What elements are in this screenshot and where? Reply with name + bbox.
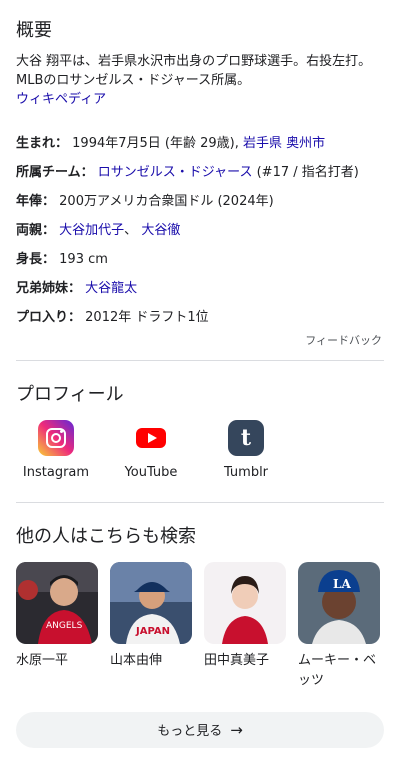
people-also-search-row: ANGELS 水原一平 JAPAN 山本由伸 田中真美子 LA ムーキー・ベッツ [16, 562, 400, 702]
fact-team: 所属チーム： ロサンゼルス・ドジャース (#17 / 指名打者) [16, 161, 386, 190]
facts-list: 生まれ： 1994年7月5日 (年齢 29歳), 岩手県 奥州市 所属チーム： … [16, 132, 386, 335]
fact-parents-key: 両親： [16, 223, 56, 238]
person-card[interactable]: JAPAN 山本由伸 [110, 562, 192, 671]
person-photo: JAPAN [110, 562, 192, 644]
overview-description: 大谷 翔平は、岩手県水沢市出身のプロ野球選手。右投左打。MLBのロサンゼルス・ド… [16, 52, 386, 109]
parent-link-father[interactable]: 大谷徹 [141, 223, 180, 238]
parent-link-mother[interactable]: 大谷加代子 [59, 223, 124, 238]
fact-siblings: 兄弟姉妹： 大谷龍太 [16, 277, 386, 306]
fact-born-key: 生まれ： [16, 136, 69, 151]
profile-youtube[interactable]: YouTube [111, 420, 191, 480]
person-card[interactable]: ANGELS 水原一平 [16, 562, 98, 671]
fact-siblings-key: 兄弟姉妹： [16, 281, 82, 296]
svg-text:JAPAN: JAPAN [135, 626, 170, 637]
fact-salary-value: 200万アメリカ合衆国ドル (2024年) [59, 194, 274, 209]
person-card[interactable]: 田中真美子 [204, 562, 286, 671]
youtube-icon [133, 420, 169, 456]
show-more-label: もっと見る [157, 724, 223, 739]
team-link[interactable]: ロサンゼルス・ドジャース [98, 165, 253, 180]
fact-team-key: 所属チーム： [16, 165, 94, 180]
person-name: 田中真美子 [204, 653, 270, 668]
fact-debut: プロ入り： 2012年 ドラフト1位 [16, 306, 386, 335]
parents-separator: 、 [124, 223, 142, 238]
fact-height-value: 193 cm [59, 252, 108, 267]
fact-debut-key: プロ入り： [16, 310, 82, 325]
feedback-link[interactable]: フィードバック [305, 332, 382, 348]
arrow-right-icon: → [230, 721, 243, 739]
birthplace-link[interactable]: 岩手県 奥州市 [243, 136, 325, 151]
divider [16, 502, 384, 503]
profile-tumblr[interactable]: t Tumblr [206, 420, 286, 480]
description-text: 大谷 翔平は、岩手県水沢市出身のプロ野球選手。右投左打。MLBのロサンゼルス・ド… [16, 54, 372, 88]
instagram-icon [38, 420, 74, 456]
fact-salary-key: 年俸： [16, 194, 56, 209]
svg-text:ANGELS: ANGELS [46, 621, 83, 631]
overview-title: 概要 [16, 20, 52, 41]
profiles-title: プロフィール [16, 384, 124, 405]
sibling-link[interactable]: 大谷龍太 [85, 281, 137, 296]
fact-debut-value: 2012年 ドラフト1位 [85, 310, 209, 325]
fact-height: 身長： 193 cm [16, 248, 386, 277]
profile-instagram[interactable]: Instagram [16, 420, 96, 480]
fact-team-value: (#17 / 指名打者) [252, 165, 359, 180]
fact-born-value: 1994年7月5日 (年齢 29歳), [72, 136, 243, 151]
person-photo: LA [298, 562, 380, 644]
profiles-row: Instagram YouTube t Tumblr [16, 420, 384, 484]
person-photo [204, 562, 286, 644]
divider [16, 360, 384, 361]
profile-youtube-label: YouTube [124, 465, 178, 480]
fact-parents: 両親： 大谷加代子、 大谷徹 [16, 219, 386, 248]
person-name: 山本由伸 [110, 653, 163, 668]
fact-salary: 年俸： 200万アメリカ合衆国ドル (2024年) [16, 190, 386, 219]
svg-text:LA: LA [333, 577, 351, 591]
profile-instagram-label: Instagram [22, 465, 90, 480]
wikipedia-link[interactable]: ウィキペディア [16, 90, 386, 109]
tumblr-icon: t [228, 420, 264, 456]
profile-tumblr-label: Tumblr [223, 465, 269, 480]
show-more-button[interactable]: もっと見る → [16, 712, 384, 748]
person-name: 水原一平 [16, 653, 69, 668]
person-name: ムーキー・ベッツ [298, 653, 377, 688]
people-also-search-title: 他の人はこちらも検索 [16, 526, 196, 547]
person-photo: ANGELS [16, 562, 98, 644]
fact-born: 生まれ： 1994年7月5日 (年齢 29歳), 岩手県 奥州市 [16, 132, 386, 161]
fact-height-key: 身長： [16, 252, 56, 267]
person-card[interactable]: LA ムーキー・ベッツ [298, 562, 380, 691]
